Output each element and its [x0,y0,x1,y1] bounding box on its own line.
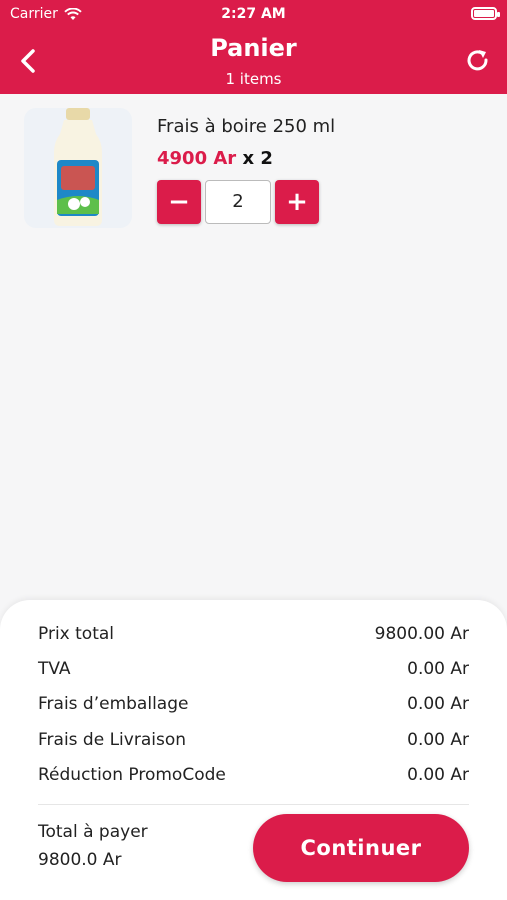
milk-bottle-icon [54,108,102,226]
total-value: 9800.0 Ar [38,850,122,870]
summary-label: TVA [38,659,71,679]
summary-row-tva: TVA 0.00 Ar [38,659,469,679]
order-summary: Prix total 9800.00 Ar TVA 0.00 Ar Frais … [0,600,507,900]
refresh-icon[interactable] [463,46,493,76]
total-label: Total à payer [38,822,148,842]
quantity-field[interactable]: 2 [205,180,271,224]
summary-value: 0.00 Ar [407,730,469,750]
summary-value: 0.00 Ar [407,659,469,679]
status-bar: Carrier 2:27 AM [0,0,507,28]
quantity-stepper: − 2 + [157,180,319,224]
summary-value: 0.00 Ar [407,694,469,714]
continue-button[interactable]: Continuer [253,814,469,882]
summary-label: Frais de Livraison [38,730,187,750]
summary-value: 0.00 Ar [407,765,469,785]
summary-row-total: Prix total 9800.00 Ar [38,624,469,644]
product-image [24,108,132,228]
summary-row-packaging: Frais d’emballage 0.00 Ar [38,694,469,714]
items-count: 1 items [225,70,282,88]
product-price: 4900 Ar [157,148,237,169]
summary-label: Frais d’emballage [38,694,189,714]
summary-label: Réduction PromoCode [38,765,226,785]
page-title: Panier [210,34,297,62]
summary-divider [38,804,469,805]
app-header: Carrier 2:27 AM Panier 1 items [0,0,507,94]
increase-quantity-button[interactable]: + [275,180,319,224]
summary-row-promo: Réduction PromoCode 0.00 Ar [38,765,469,785]
product-name: Frais à boire 250 ml [157,116,336,137]
summary-label: Prix total [38,624,115,644]
summary-value: 9800.00 Ar [374,624,469,644]
decrease-quantity-button[interactable]: − [157,180,201,224]
battery-icon [471,7,500,20]
product-price-line: 4900 Ar x 2 [157,148,273,169]
cart-item: Frais à boire 250 ml 4900 Ar x 2 − 2 + [24,108,484,238]
summary-row-delivery: Frais de Livraison 0.00 Ar [38,730,469,750]
status-time: 2:27 AM [221,6,286,22]
product-multiplier: x 2 [242,148,273,169]
